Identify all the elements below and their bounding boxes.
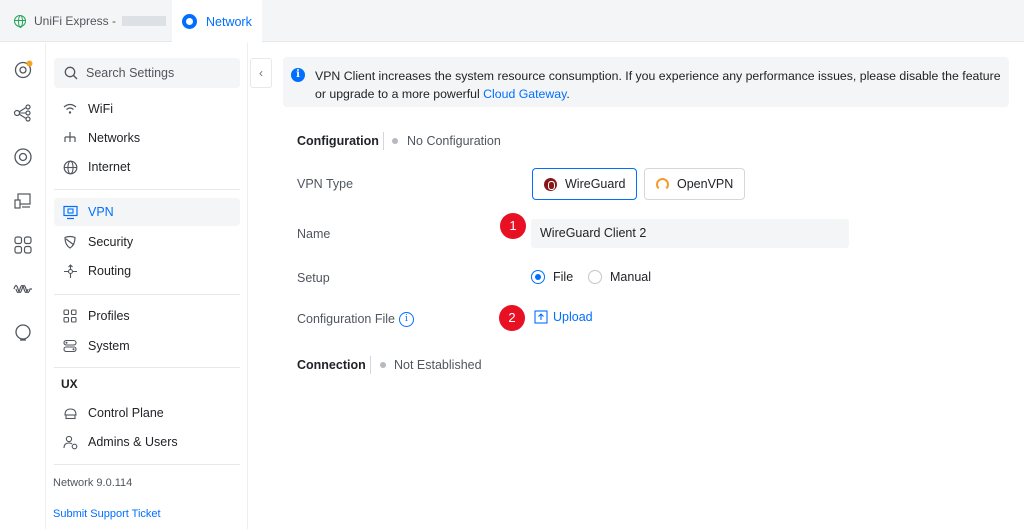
system-icon [62,338,78,354]
collapse-sidebar-button[interactable]: ‹ [250,58,272,88]
network-icon [182,14,197,29]
sidebar-item-label: WiFi [88,102,113,116]
connection-separator [370,356,371,374]
name-field[interactable]: WireGuard Client 2 [531,219,849,248]
networks-icon [62,130,78,146]
banner-text: VPN Client increases the system resource… [315,67,1005,103]
sidebar-divider [54,464,240,465]
upload-icon [534,310,548,324]
tab-unifi-express[interactable]: UniFi Express - [14,0,167,42]
vpn-type-label: VPN Type [297,177,354,191]
info-banner: i VPN Client increases the system resour… [283,57,1009,107]
globe-icon [14,15,26,28]
routing-icon [62,263,78,279]
setup-label: Setup [297,271,330,285]
tab-label-network: Network [206,14,252,29]
support-ticket-link[interactable]: Submit Support Ticket [53,508,161,520]
wireguard-label: WireGuard [565,177,626,191]
chevron-left-icon: ‹ [259,66,263,80]
control-plane-icon [62,405,78,421]
sidebar-section-ux: UX [61,377,78,391]
sidebar-item-vpn[interactable]: VPN [54,198,240,226]
setup-file-label: File [553,270,574,284]
devices-icon[interactable] [13,147,33,167]
internet-icon [62,159,78,175]
vpn-icon [62,204,78,220]
name-label: Name [297,227,331,241]
redacted-device-name [122,16,167,26]
app-navigation-rail [0,43,46,529]
sidebar-item-label: Networks [88,131,141,145]
openvpn-icon [656,177,669,191]
sidebar-item-wifi[interactable]: WiFi [54,95,240,123]
sidebar-item-label: Profiles [88,309,130,323]
setup-manual-radio[interactable] [588,270,602,284]
sidebar-item-label: Internet [88,160,131,174]
setup-file-radio[interactable] [531,270,545,284]
sidebar-divider [54,367,240,368]
sidebar-item-control-plane[interactable]: Control Plane [54,399,240,427]
upload-label: Upload [553,310,593,324]
app-version: Network 9.0.114 [53,477,133,489]
sidebar-item-label: Routing [88,264,132,278]
configuration-file-label: Configuration File [297,312,395,326]
wireguard-icon [544,177,557,191]
configuration-separator [383,132,384,150]
upload-button[interactable]: Upload [534,310,593,324]
configuration-status: No Configuration [407,134,501,148]
info-icon: i [291,68,305,82]
sidebar-item-label: Control Plane [88,406,164,420]
config-file-info-icon[interactable]: i [399,312,414,327]
shield-icon [62,234,78,250]
dashboard-icon[interactable] [13,60,33,80]
topology-icon[interactable] [13,103,33,123]
openvpn-button[interactable]: OpenVPN [644,168,746,200]
sidebar-item-label: Security [88,235,134,249]
wireguard-button[interactable]: WireGuard [532,168,638,200]
cloud-gateway-link[interactable]: Cloud Gateway [483,87,566,101]
tab-network[interactable]: Network [172,0,262,43]
admins-icon [62,434,78,450]
configuration-status-dot [392,138,398,144]
connection-status-dot [380,362,386,368]
notifications-icon[interactable] [13,323,33,343]
banner-message: VPN Client increases the system resource… [315,69,1001,101]
tab-label-device: UniFi Express - [34,14,117,28]
wifi-icon [62,101,78,117]
sidebar-item-networks[interactable]: Networks [54,124,240,152]
connection-title: Connection [297,358,366,372]
sidebar-item-security[interactable]: Security [54,228,240,256]
search-icon [64,66,78,80]
sidebar-divider [54,189,240,190]
banner-period: . [566,87,570,101]
sidebar-item-label: Admins & Users [88,435,178,449]
openvpn-label: OpenVPN [677,177,734,191]
clients-icon[interactable] [13,191,33,211]
sidebar-divider [54,294,240,295]
sidebar-item-internet[interactable]: Internet [54,153,240,181]
sidebar-item-routing[interactable]: Routing [54,257,240,285]
sidebar-item-label: System [88,339,130,353]
configuration-title: Configuration [297,134,379,148]
sidebar-item-system[interactable]: System [54,332,240,360]
setup-manual-label: Manual [610,270,651,284]
top-tab-bar: UniFi Express - Network [0,0,1024,43]
step-badge-2: 2 [499,305,525,331]
insights-icon[interactable] [13,279,33,299]
search-placeholder: Search Settings [86,66,175,80]
sidebar-item-profiles[interactable]: Profiles [54,302,240,330]
step-badge-1: 1 [500,213,526,239]
settings-sidebar: Search Settings WiFi Networks Internet V… [46,43,248,529]
connection-status: Not Established [394,358,482,372]
sidebar-item-label: VPN [88,205,114,219]
apps-icon[interactable] [13,235,33,255]
sidebar-item-admins-users[interactable]: Admins & Users [54,428,240,456]
search-input[interactable]: Search Settings [54,58,240,88]
profiles-icon [62,308,78,324]
